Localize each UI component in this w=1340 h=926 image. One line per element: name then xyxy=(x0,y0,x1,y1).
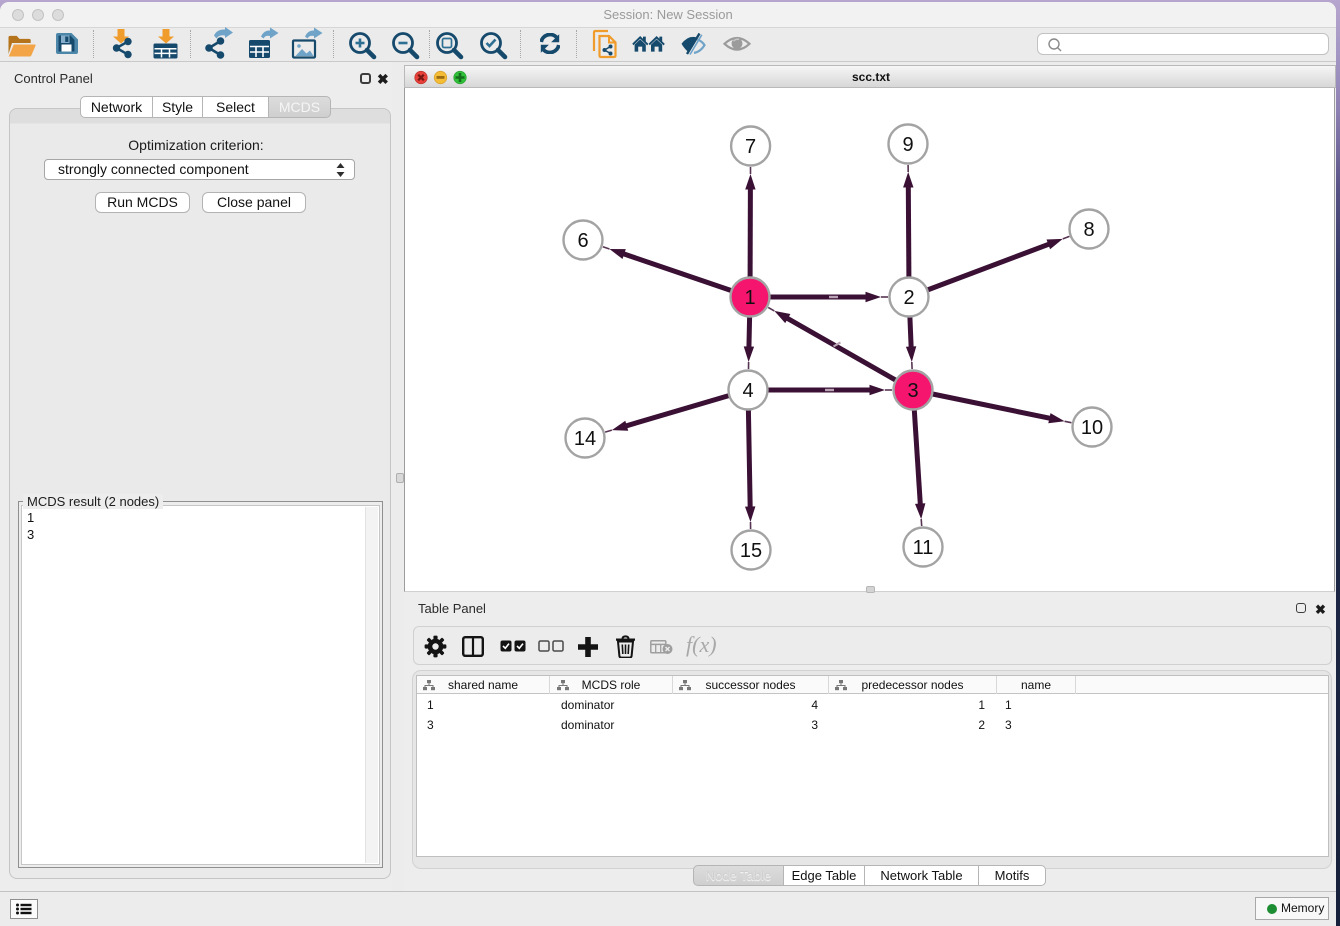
svg-text:3: 3 xyxy=(907,380,918,402)
svg-text:1: 1 xyxy=(744,287,755,309)
svg-text:14: 14 xyxy=(574,428,596,450)
svg-text:7: 7 xyxy=(745,136,756,158)
svg-text:15: 15 xyxy=(740,540,762,562)
svg-text:8: 8 xyxy=(1083,219,1094,241)
svg-text:9: 9 xyxy=(902,134,913,156)
svg-text:2: 2 xyxy=(903,287,914,309)
svg-text:10: 10 xyxy=(1081,417,1103,439)
svg-text:4: 4 xyxy=(742,380,753,402)
svg-text:11: 11 xyxy=(913,537,934,559)
svg-text:6: 6 xyxy=(577,230,588,252)
